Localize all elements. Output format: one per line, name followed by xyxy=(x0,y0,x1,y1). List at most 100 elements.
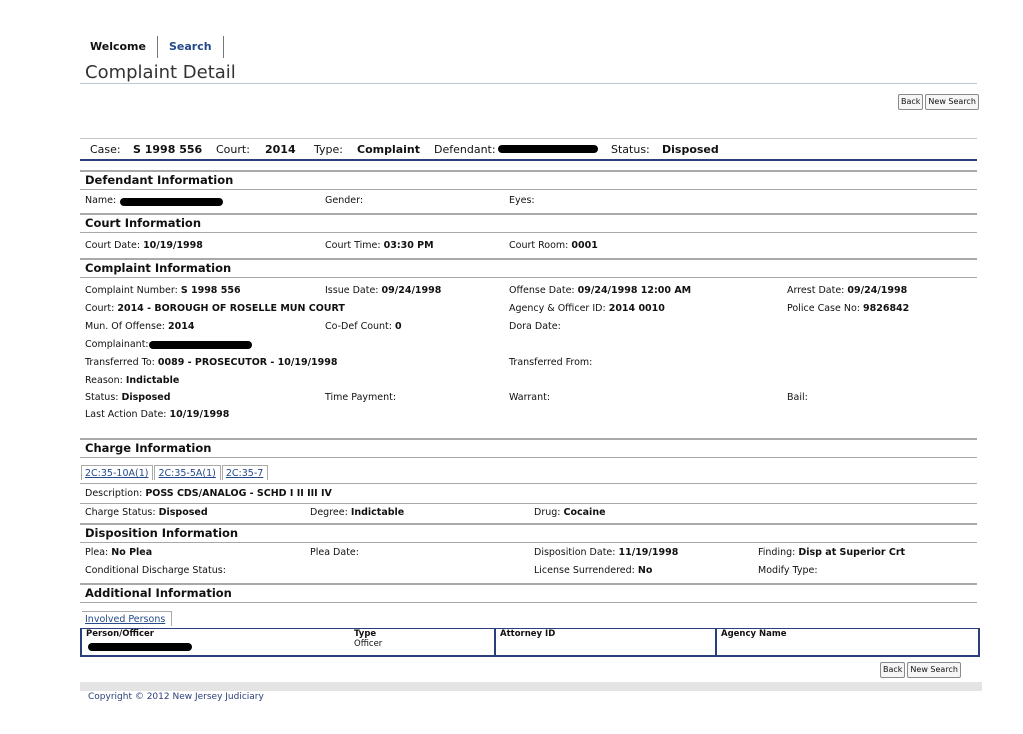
complainant-field: Complainant: xyxy=(85,339,149,350)
charge-tab-3[interactable]: 2C:35-7 xyxy=(221,465,269,480)
court-time-field: Court Time: 03:30 PM xyxy=(325,240,434,251)
section-heading: Defendant Information xyxy=(85,173,234,187)
field-label: Dora Date: xyxy=(509,321,561,332)
field-label: Plea: xyxy=(85,547,109,558)
redaction-defendant xyxy=(498,145,598,153)
field-label: Description: xyxy=(85,488,143,499)
field-label: Name: xyxy=(85,195,117,206)
field-label: Court Time: xyxy=(325,240,381,251)
section-additional-information: Additional Information xyxy=(80,583,977,603)
nav-welcome-link[interactable]: Welcome xyxy=(90,36,158,58)
eyes-field: Eyes: xyxy=(509,195,535,206)
field-value: S 1998 556 xyxy=(180,285,241,296)
new-search-button[interactable]: New Search xyxy=(925,94,979,110)
field-label: Time Payment: xyxy=(325,392,397,403)
nav-search-link[interactable]: Search xyxy=(158,36,224,58)
court-label: Court: xyxy=(216,143,250,156)
field-label: Finding: xyxy=(758,547,796,558)
conditional-discharge-field: Conditional Discharge Status: xyxy=(85,565,226,576)
field-value: POSS CDS/ANALOG - SCHD I II III IV xyxy=(145,488,332,499)
section-heading: Charge Information xyxy=(85,441,212,455)
finding-field: Finding: Disp at Superior Crt xyxy=(758,547,905,558)
column-header: Person/Officer xyxy=(86,629,154,639)
dora-date-field: Dora Date: xyxy=(509,321,561,332)
top-button-group: Back New Search xyxy=(898,94,979,110)
warrant-field: Warrant: xyxy=(509,392,550,403)
section-heading: Court Information xyxy=(85,216,202,230)
column-person-officer: Person/Officer xyxy=(82,629,348,655)
case-label: Case: xyxy=(90,143,121,156)
charge-tab-1[interactable]: 2C:35-10A(1) xyxy=(81,465,154,480)
page-title: Complaint Detail xyxy=(85,62,236,83)
section-heading: Disposition Information xyxy=(85,526,239,540)
bail-field: Bail: xyxy=(787,392,808,403)
field-value: 2014 0010 xyxy=(608,303,665,314)
field-label: Transferred To: xyxy=(85,357,155,368)
field-label: Gender: xyxy=(325,195,364,206)
column-attorney-id: Attorney ID xyxy=(494,629,716,655)
section-defendant-information: Defendant Information xyxy=(80,170,977,190)
field-label: Offense Date: xyxy=(509,285,575,296)
field-label: Reason: xyxy=(85,375,123,386)
field-label: Police Case No: xyxy=(787,303,860,314)
field-label: Plea Date: xyxy=(310,547,359,558)
footer-band xyxy=(80,682,982,691)
last-action-date-field: Last Action Date: 10/19/1998 xyxy=(85,409,229,420)
field-value: Cocaine xyxy=(563,507,606,518)
complaint-status-field: Status: Disposed xyxy=(85,392,171,403)
section-court-information: Court Information xyxy=(80,213,977,233)
status-label: Status: xyxy=(611,143,650,156)
field-label: Disposition Date: xyxy=(534,547,616,558)
field-label: Co-Def Count: xyxy=(325,321,392,332)
plea-date-field: Plea Date: xyxy=(310,547,359,558)
charge-tab-2[interactable]: 2C:35-5A(1) xyxy=(154,465,221,480)
field-value: Disp at Superior Crt xyxy=(798,547,906,558)
field-label: Transferred From: xyxy=(509,357,593,368)
charge-tabs: 2C:35-10A(1) 2C:35-5A(1) 2C:35-7 xyxy=(81,465,269,480)
column-agency-name: Agency Name xyxy=(715,629,975,655)
type-label: Type: xyxy=(314,143,343,156)
section-charge-information: Charge Information xyxy=(80,438,977,458)
court-date-field: Court Date: 10/19/1998 xyxy=(85,240,203,251)
drug-field: Drug: Cocaine xyxy=(534,507,606,518)
column-header: Type xyxy=(354,629,377,639)
defendant-label: Defendant: xyxy=(434,143,496,156)
field-value: 10/19/1998 xyxy=(169,409,230,420)
type-value: Complaint xyxy=(357,143,421,156)
field-label: Agency & Officer ID: xyxy=(509,303,606,314)
involved-persons-table: Person/Officer Type Officer Attorney ID … xyxy=(80,628,980,657)
reason-field: Reason: Indictable xyxy=(85,375,179,386)
back-button[interactable]: Back xyxy=(880,662,906,678)
back-button[interactable]: Back xyxy=(898,94,924,110)
field-label: Degree: xyxy=(310,507,348,518)
case-summary-row: Case: S 1998 556 Court: 2014 Type: Compl… xyxy=(80,138,977,161)
new-search-button[interactable]: New Search xyxy=(907,662,961,678)
field-value: 03:30 PM xyxy=(383,240,434,251)
field-value: 0001 xyxy=(571,240,598,251)
transferred-from-field: Transferred From: xyxy=(509,357,592,368)
field-value: 09/24/1998 xyxy=(847,285,908,296)
field-label: Eyes: xyxy=(509,195,535,206)
footer-copyright: Copyright © 2012 New Jersey Judiciary xyxy=(88,692,264,702)
degree-field: Degree: Indictable xyxy=(310,507,404,518)
transferred-to-field: Transferred To: 0089 - PROSECUTOR - 10/1… xyxy=(85,357,337,368)
redaction-name xyxy=(120,198,223,206)
field-value: 9826842 xyxy=(863,303,910,314)
field-label: Drug: xyxy=(534,507,561,518)
court-value: 2014 xyxy=(265,143,296,156)
field-value: No xyxy=(637,565,653,576)
gender-field: Gender: xyxy=(325,195,363,206)
case-value: S 1998 556 xyxy=(133,143,203,156)
bottom-button-group: Back New Search xyxy=(880,662,961,678)
section-complaint-information: Complaint Information xyxy=(80,258,977,278)
type-cell: Officer xyxy=(354,639,383,649)
license-surrendered-field: License Surrendered: No xyxy=(534,565,652,576)
field-value: 10/19/1998 xyxy=(143,240,203,251)
charge-status-field: Charge Status: Disposed xyxy=(85,507,208,518)
field-label: Conditional Discharge Status: xyxy=(85,565,226,576)
involved-persons-tab[interactable]: Involved Persons xyxy=(82,611,173,626)
disposition-date-field: Disposition Date: 11/19/1998 xyxy=(534,547,678,558)
field-value: 11/19/1998 xyxy=(618,547,679,558)
field-label: Court Date: xyxy=(85,240,141,251)
field-label: Court: xyxy=(85,303,115,314)
